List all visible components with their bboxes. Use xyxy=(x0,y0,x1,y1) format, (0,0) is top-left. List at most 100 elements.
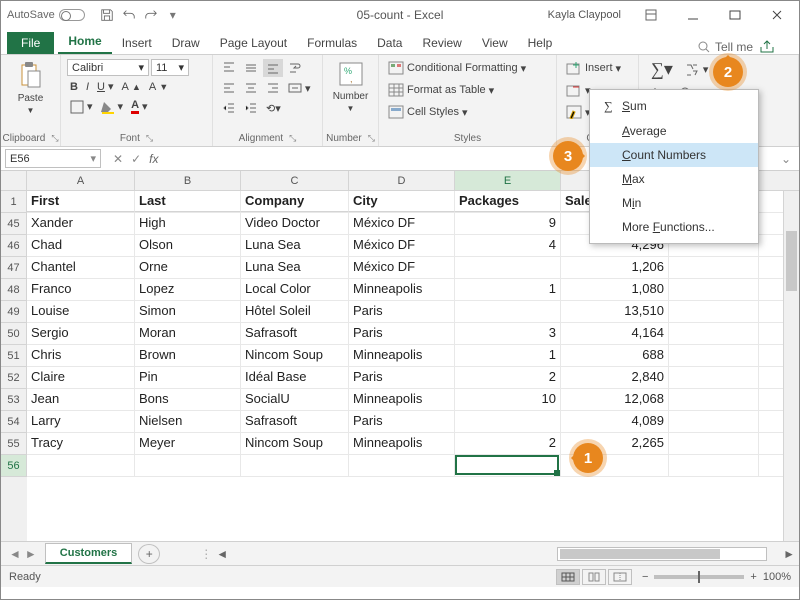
cell[interactable]: 13,510 xyxy=(561,301,669,322)
header-cell[interactable]: First xyxy=(27,191,135,212)
vertical-scrollbar[interactable] xyxy=(783,191,799,541)
cell[interactable]: 1 xyxy=(455,345,561,366)
bold-button[interactable]: B xyxy=(67,79,81,95)
cell[interactable]: Sergio xyxy=(27,323,135,344)
cell[interactable]: Simon xyxy=(135,301,241,322)
cell[interactable]: Luna Sea xyxy=(241,235,349,256)
row-header[interactable]: 54 xyxy=(1,411,27,433)
cell[interactable]: 3 xyxy=(455,323,561,344)
cell[interactable]: Chad xyxy=(27,235,135,256)
col-header-A[interactable]: A xyxy=(27,171,135,190)
cell[interactable]: Minneapolis xyxy=(349,389,455,410)
row-header[interactable]: 48 xyxy=(1,279,27,301)
cell[interactable] xyxy=(669,257,759,278)
grow-font-button[interactable]: A▲ xyxy=(119,79,144,95)
fill-color-button[interactable]: ▾ xyxy=(98,98,127,116)
cell[interactable]: Franco xyxy=(27,279,135,300)
cell[interactable]: 4,164 xyxy=(561,323,669,344)
cell[interactable]: Nincom Soup xyxy=(241,345,349,366)
col-header-E[interactable]: E xyxy=(455,171,561,190)
cell[interactable]: Orne xyxy=(135,257,241,278)
conditional-formatting-button[interactable]: Conditional Formatting▾ xyxy=(385,59,529,77)
cell[interactable]: Tracy xyxy=(27,433,135,454)
indent-decrease-button[interactable] xyxy=(219,99,239,117)
align-top-button[interactable] xyxy=(219,59,239,77)
align-bottom-button[interactable] xyxy=(263,59,283,77)
tab-file[interactable]: File xyxy=(7,32,54,54)
cell[interactable]: 1 xyxy=(455,279,561,300)
row-header[interactable]: 51 xyxy=(1,345,27,367)
cell[interactable]: 1,080 xyxy=(561,279,669,300)
autosave-switch-off[interactable] xyxy=(59,9,85,21)
row-header[interactable]: 56 xyxy=(1,455,27,477)
share-button[interactable] xyxy=(759,40,793,54)
cell[interactable]: Local Color xyxy=(241,279,349,300)
row-header[interactable]: 55 xyxy=(1,433,27,455)
ribbon-options-icon[interactable] xyxy=(631,1,671,29)
hscroll-left-icon[interactable]: ◄ xyxy=(212,547,232,561)
tab-formulas[interactable]: Formulas xyxy=(297,32,367,54)
cell[interactable]: Meyer xyxy=(135,433,241,454)
row-header[interactable]: 46 xyxy=(1,235,27,257)
cell[interactable] xyxy=(669,279,759,300)
tab-draw[interactable]: Draw xyxy=(162,32,210,54)
menu-max[interactable]: Max xyxy=(590,167,758,191)
orientation-button[interactable]: ⟲▾ xyxy=(263,100,284,117)
cell[interactable] xyxy=(455,455,561,476)
border-button[interactable]: ▾ xyxy=(67,98,96,116)
cell[interactable]: 2 xyxy=(455,367,561,388)
menu-average[interactable]: Average xyxy=(590,119,758,143)
row-header[interactable]: 50 xyxy=(1,323,27,345)
row-header[interactable]: 47 xyxy=(1,257,27,279)
zoom-in-button[interactable]: + xyxy=(750,571,756,583)
font-name-combo[interactable]: Calibri▾ xyxy=(67,59,149,76)
name-box[interactable]: E56▾ xyxy=(5,149,101,168)
number-launcher-icon[interactable]: ⤡ xyxy=(368,133,375,144)
sheet-nav-next-icon[interactable]: ► xyxy=(25,547,37,561)
col-header-B[interactable]: B xyxy=(135,171,241,190)
font-size-combo[interactable]: 11▾ xyxy=(151,59,189,76)
cell[interactable]: Idéal Base xyxy=(241,367,349,388)
menu-min[interactable]: Min xyxy=(590,191,758,215)
menu-more-functions[interactable]: More Functions... xyxy=(590,215,758,239)
cell[interactable]: Claire xyxy=(27,367,135,388)
cell[interactable]: 4 xyxy=(455,235,561,256)
cell[interactable]: High xyxy=(135,213,241,234)
zoom-level[interactable]: 100% xyxy=(763,571,791,583)
row-header[interactable]: 45 xyxy=(1,213,27,235)
header-cell[interactable]: Last xyxy=(135,191,241,212)
accept-formula-icon[interactable]: ✓ xyxy=(131,152,141,166)
tab-review[interactable]: Review xyxy=(412,32,471,54)
undo-icon[interactable] xyxy=(121,7,137,23)
cell[interactable]: SocialU xyxy=(241,389,349,410)
clipboard-launcher-icon[interactable]: ⤡ xyxy=(51,133,58,144)
user-name[interactable]: Kayla Claypool xyxy=(548,9,621,21)
align-launcher-icon[interactable]: ⤡ xyxy=(289,133,296,144)
col-header-C[interactable]: C xyxy=(241,171,349,190)
cell[interactable]: Paris xyxy=(349,323,455,344)
font-launcher-icon[interactable]: ⤡ xyxy=(146,133,153,144)
cell[interactable]: Xander xyxy=(27,213,135,234)
hscroll-right-icon[interactable]: ► xyxy=(779,547,799,561)
col-header-D[interactable]: D xyxy=(349,171,455,190)
header-cell[interactable]: Company xyxy=(241,191,349,212)
row-header[interactable]: 52 xyxy=(1,367,27,389)
tab-page-layout[interactable]: Page Layout xyxy=(210,32,297,54)
autosave-toggle[interactable]: AutoSave xyxy=(7,9,85,21)
cancel-formula-icon[interactable]: ✕ xyxy=(113,152,123,166)
close-icon[interactable] xyxy=(757,1,797,29)
cell[interactable]: Safrasoft xyxy=(241,411,349,432)
cell[interactable] xyxy=(669,345,759,366)
cell-styles-button[interactable]: Cell Styles▾ xyxy=(385,103,471,121)
sheet-tab-customers[interactable]: Customers xyxy=(45,543,132,564)
sort-filter-button[interactable]: ▾ xyxy=(681,60,712,80)
cell[interactable]: 12,068 xyxy=(561,389,669,410)
view-normal-icon[interactable] xyxy=(556,569,580,585)
maximize-icon[interactable] xyxy=(715,1,755,29)
menu-count-numbers[interactable]: Count Numbers xyxy=(590,143,758,167)
cell[interactable] xyxy=(27,455,135,476)
cell[interactable] xyxy=(669,455,759,476)
cell[interactable]: Jean xyxy=(27,389,135,410)
merge-button[interactable]: ▾ xyxy=(285,79,314,97)
cell[interactable] xyxy=(455,301,561,322)
